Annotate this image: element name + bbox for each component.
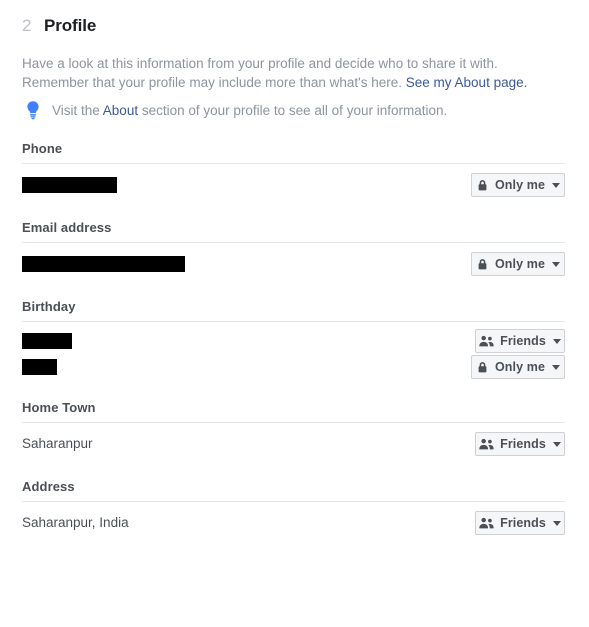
section-title: Address: [22, 479, 75, 494]
friends-icon: [479, 517, 494, 529]
profile-field-row: Friends: [22, 328, 565, 354]
section-rows: Friends Only me: [22, 322, 565, 380]
section-title: Email address: [22, 220, 112, 235]
section-title: Birthday: [22, 299, 76, 314]
audience-button-label: Only me: [494, 257, 546, 271]
section-rows: Saharanpur Friends: [22, 423, 565, 459]
section-rows: Saharanpur, India Friends: [22, 502, 565, 538]
profile-field-row: Only me: [22, 170, 565, 200]
chevron-down-icon: [552, 364, 561, 370]
audience-button-friends[interactable]: Friends: [475, 329, 565, 353]
lightbulb-icon: [27, 101, 39, 120]
section-rows: Only me: [22, 243, 565, 279]
tip-row: Visit the About section of your profile …: [22, 99, 565, 121]
audience-button-label: Only me: [494, 360, 546, 374]
friends-icon: [479, 438, 494, 450]
section-birthday: Birthday Friends Only me: [22, 279, 565, 380]
intro-line-2-prefix: Remember that your profile may include m…: [22, 75, 406, 90]
step-number: 2: [22, 16, 32, 35]
redacted-value: [22, 333, 72, 349]
section-title: Home Town: [22, 400, 96, 415]
chevron-down-icon: [552, 182, 561, 188]
section-email-address: Email address Only me: [22, 200, 565, 279]
audience-button-only-me[interactable]: Only me: [471, 252, 565, 276]
profile-field-row: Saharanpur, India Friends: [22, 508, 565, 538]
audience-button-friends[interactable]: Friends: [475, 432, 565, 456]
section-rows: Only me: [22, 164, 565, 200]
field-value: Saharanpur, India: [22, 515, 129, 530]
profile-sections: Phone Only me Email address Only me Birthday…: [0, 121, 589, 538]
audience-button-label: Friends: [500, 334, 546, 348]
profile-field-row: Only me: [22, 354, 565, 380]
audience-button-label: Friends: [500, 516, 546, 530]
audience-button-label: Friends: [500, 437, 546, 451]
tip-prefix: Visit the: [52, 102, 103, 118]
redacted-value: [22, 359, 57, 375]
see-my-about-page-link[interactable]: See my About page.: [406, 75, 528, 90]
section-phone: Phone Only me: [22, 121, 565, 200]
audience-button-label: Only me: [494, 178, 546, 192]
section-home-town: Home Town Saharanpur Friends: [22, 380, 565, 459]
chevron-down-icon: [552, 441, 561, 447]
section-address: Address Saharanpur, India Friends: [22, 459, 565, 538]
friends-icon: [479, 335, 494, 347]
about-link[interactable]: About: [103, 103, 138, 118]
intro-line-1: Have a look at this information from you…: [22, 56, 498, 71]
tip-text: Visit the About section of your profile …: [52, 101, 447, 120]
page-header: 2 Profile: [0, 0, 589, 36]
redacted-value: [22, 256, 185, 272]
chevron-down-icon: [552, 520, 561, 526]
section-title: Phone: [22, 141, 63, 156]
audience-button-only-me[interactable]: Only me: [471, 173, 565, 197]
audience-button-friends[interactable]: Friends: [475, 511, 565, 535]
profile-privacy-checkup-page: 2 Profile Have a look at this informatio…: [0, 0, 589, 627]
page-title: Profile: [44, 16, 97, 35]
lock-icon: [476, 258, 489, 271]
intro-paragraph: Have a look at this information from you…: [22, 54, 565, 92]
lock-icon: [476, 361, 489, 374]
profile-field-row: Saharanpur Friends: [22, 429, 565, 459]
redacted-value: [22, 177, 117, 193]
chevron-down-icon: [552, 261, 561, 267]
audience-button-only-me[interactable]: Only me: [471, 355, 565, 379]
lock-icon: [476, 179, 489, 192]
tip-suffix: section of your profile to see all of yo…: [138, 102, 448, 118]
profile-field-row: Only me: [22, 249, 565, 279]
field-value: Saharanpur: [22, 436, 93, 451]
chevron-down-icon: [552, 338, 561, 344]
